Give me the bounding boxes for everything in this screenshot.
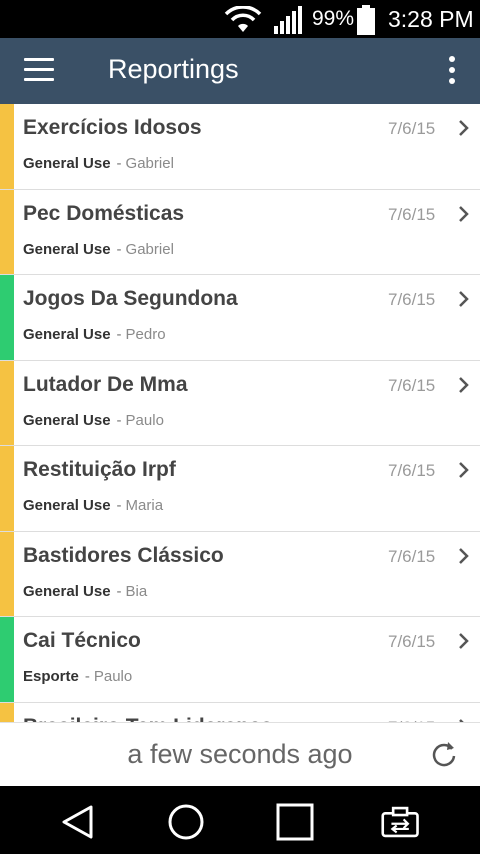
report-author: Gabriel [125,155,174,172]
report-list[interactable]: Exercícios Idosos 7/6/15 General Use - Gabri… [0,104,480,722]
chevron-right-icon [459,376,469,393]
report-title: Cai Técnico [23,629,141,652]
report-row[interactable]: Brasileiro Tem Liderança7/6/15General Us… [0,702,480,723]
report-category: General Use [23,582,111,600]
refresh-bar: a few seconds ago [0,722,480,786]
status-stripe [0,189,14,274]
meta-separator: - [84,668,90,685]
report-meta: Esporte - Paulo [23,668,132,685]
report-meta: General Use - Gabriel [23,241,174,258]
report-author: Maria [125,497,164,514]
report-row[interactable]: Exercícios Idosos 7/6/15 General Use - Gabri… [0,104,480,190]
status-stripe [0,446,14,531]
report-author: Pedro [125,326,166,343]
report-row[interactable]: Restituição Irpf 7/6/15 General Use - Maria [0,446,480,532]
chevron-right-icon [459,547,469,564]
report-date: 7/6/15 [388,290,436,309]
report-meta: General Use - Gabriel [23,155,174,172]
page-title: Reportings [108,54,239,84]
report-category: Esporte [23,668,79,685]
status-bar: 99% 3:28 PM [0,0,480,38]
report-date: 7/6/15 [388,632,436,651]
chevron-right-icon [459,291,469,307]
wifi-icon [224,6,262,32]
meta-separator: - [116,411,122,429]
status-stripe [0,531,14,616]
report-author: Gabriel [125,240,174,258]
report-category: General Use [23,155,111,172]
report-author: Bia [125,582,148,600]
report-date: 7/6/15 [388,546,436,566]
report-meta: General Use - Pedro [23,326,166,343]
more-vertical-icon[interactable] [446,56,458,88]
report-row[interactable]: Pec Domésticas 7/6/15 General Use - Gabriel [0,189,480,275]
report-row[interactable]: Jogos Da Segundona 7/6/15 General Use - Pedr… [0,275,480,361]
chevron-right-icon [459,462,469,478]
signal-icon [274,6,302,34]
report-date: 7/6/15 [388,204,436,224]
home-icon[interactable] [166,802,206,842]
status-stripe [0,702,14,722]
report-date: 7/6/15 [388,119,436,138]
report-title: Exercícios Idosos [23,116,202,139]
report-category: General Use [23,497,111,514]
report-author: Paulo [125,411,164,429]
report-author: Paulo [93,668,133,685]
app-bar: Reportings [0,38,480,104]
status-stripe [0,104,14,189]
chevron-right-icon [459,120,469,136]
meta-separator: - [116,155,122,172]
report-meta: General Use - Maria [23,497,163,514]
report-title: Bastidores Clássico [23,543,224,567]
status-stripe [0,617,14,702]
chevron-right-icon [459,633,469,649]
last-updated-text: a few seconds ago [127,739,353,769]
report-title: Restituição Irpf [23,458,176,481]
report-title: Pec Domésticas [23,201,185,225]
hamburger-menu-icon[interactable] [24,58,56,84]
report-title: Lutador De Mma [23,372,188,396]
status-stripe [0,275,14,360]
report-date: 7/6/15 [388,461,436,480]
report-title: Brasileiro Tem Liderança [23,715,272,723]
report-category: General Use [23,326,111,343]
report-meta: General Use - Bia [23,583,147,600]
battery-percent: 99% [312,7,355,30]
chevron-right-icon [459,205,469,222]
report-title: Jogos Da Segundona [23,287,238,310]
report-meta: General Use - Paulo [23,412,164,429]
report-date: 7/6/15 [388,375,436,395]
report-category: General Use [23,240,111,258]
refresh-icon[interactable] [430,740,458,768]
report-row[interactable]: Bastidores Clássico 7/6/15 General Use - Bia [0,531,480,617]
clock: 3:28 PM [388,6,474,32]
back-icon[interactable] [58,802,98,842]
meta-separator: - [116,582,122,600]
nav-bar [0,786,480,854]
recents-icon[interactable] [275,802,315,842]
meta-separator: - [116,497,122,514]
report-row[interactable]: Lutador De Mma 7/6/15 General Use - Paulo [0,360,480,446]
report-category: General Use [23,411,111,429]
meta-separator: - [116,240,122,258]
status-stripe [0,360,14,445]
battery-icon [357,5,375,35]
report-row[interactable]: Cai Técnico 7/6/15 Esporte - Paulo [0,617,480,703]
switch-app-icon[interactable] [381,802,421,842]
meta-separator: - [116,326,122,343]
